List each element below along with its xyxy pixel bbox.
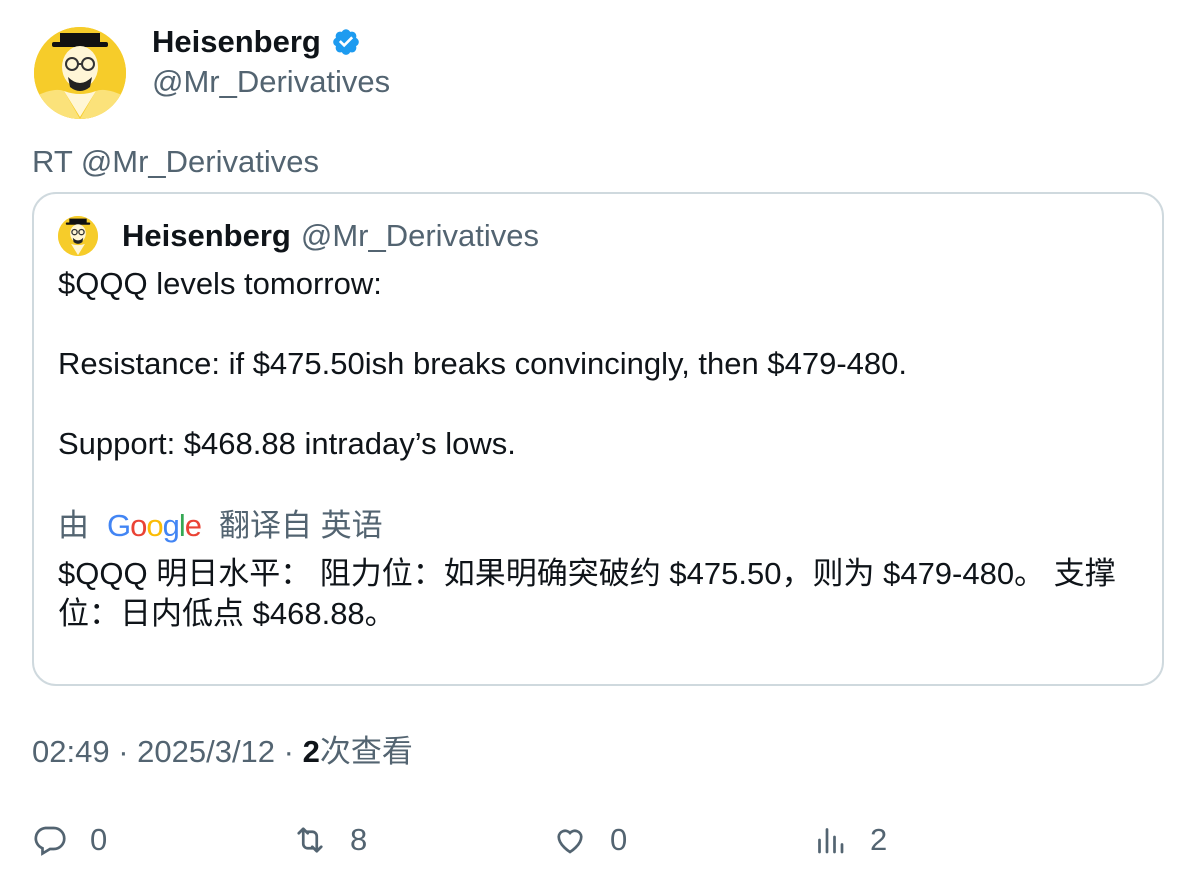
tweet-meta: 02:49 · 2025/3/12 · 2次查看 xyxy=(32,732,413,772)
author-name[interactable]: Heisenberg xyxy=(152,22,321,62)
heisenberg-avatar-icon xyxy=(34,27,126,119)
retweet-icon xyxy=(297,827,323,853)
translation-prefix: 由 xyxy=(58,508,89,543)
quoted-author-handle: @Mr_Derivatives xyxy=(300,218,540,253)
translation-attribution: 由 Google 翻译自 英语 xyxy=(58,504,383,548)
translated-text: $QQQ 明日水平： 阻力位：如果明确突破约 $475.50，则为 $479-4… xyxy=(58,556,1116,631)
like-button[interactable]: 0 xyxy=(552,820,627,860)
heisenberg-avatar-icon xyxy=(58,216,98,256)
retweet-text: RT @Mr_Derivatives xyxy=(32,144,319,179)
quoted-tweet-header: Heisenberg @Mr_Derivatives xyxy=(58,216,539,256)
quoted-tweet-card[interactable]: Heisenberg @Mr_Derivatives $QQQ levels t… xyxy=(32,192,1164,686)
retweet-button[interactable]: 8 xyxy=(292,820,367,860)
author-handle[interactable]: @Mr_Derivatives xyxy=(152,62,390,102)
translation-suffix: 翻译自 英语 xyxy=(219,508,383,543)
quoted-author-name: Heisenberg xyxy=(122,218,291,253)
views-count: 2 xyxy=(302,734,320,769)
verified-badge-icon xyxy=(333,29,359,55)
quoted-text-line-3: Support: $468.88 intraday’s lows. xyxy=(58,426,516,461)
heart-icon xyxy=(557,829,583,854)
tweet-timestamp[interactable]: 02:49 · 2025/3/12 · xyxy=(32,734,303,769)
author-name-row: Heisenberg xyxy=(152,22,361,62)
quoted-author-avatar[interactable] xyxy=(58,216,98,256)
google-logo-icon: Google xyxy=(107,508,202,543)
author-avatar[interactable] xyxy=(34,27,126,119)
like-count: 0 xyxy=(610,822,628,857)
views-button[interactable]: 2 xyxy=(812,820,887,860)
views-action-count: 2 xyxy=(870,822,888,857)
reply-icon xyxy=(34,826,66,856)
quoted-text-line-1: $QQQ levels tomorrow: xyxy=(58,266,382,301)
analytics-bar-icon xyxy=(818,828,844,854)
retweet-count: 8 xyxy=(350,822,368,857)
reply-count: 0 xyxy=(90,822,108,857)
reply-button[interactable]: 0 xyxy=(32,820,107,860)
views-label: 次查看 xyxy=(319,734,413,769)
quoted-text-line-2: Resistance: if $475.50ish breaks convinc… xyxy=(58,346,908,381)
